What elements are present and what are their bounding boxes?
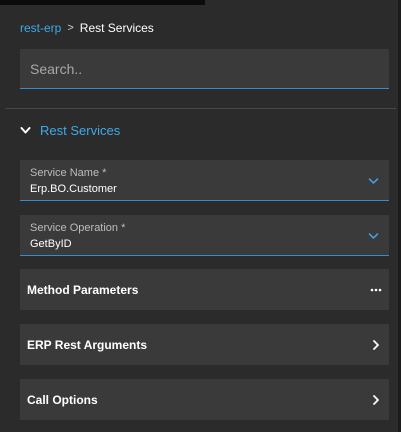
chevron-down-icon — [368, 178, 379, 184]
breadcrumb-current: Rest Services — [79, 21, 154, 35]
call-options-title: Call Options — [27, 392, 98, 407]
ellipsis-icon[interactable] — [370, 284, 382, 296]
service-operation-value: GetByID — [30, 238, 72, 250]
service-name-select[interactable]: Service Name * Erp.BO.Customer — [20, 160, 389, 201]
erp-rest-arguments-panel[interactable]: ERP Rest Arguments — [20, 324, 389, 365]
service-name-label: Service Name * — [30, 167, 107, 179]
method-parameters-panel[interactable]: Method Parameters — [20, 269, 389, 310]
chevron-down-icon — [368, 233, 379, 239]
service-operation-select[interactable]: Service Operation * GetByID — [20, 215, 389, 256]
breadcrumb-separator: > — [67, 22, 74, 34]
search-input[interactable] — [20, 49, 389, 88]
method-parameters-title: Method Parameters — [27, 282, 139, 297]
chevron-right-icon — [373, 394, 379, 405]
breadcrumb-root-link[interactable]: rest-erp — [20, 21, 61, 35]
erp-rest-arguments-title: ERP Rest Arguments — [27, 337, 148, 352]
breadcrumb: rest-erp > Rest Services — [20, 20, 154, 36]
service-operation-label: Service Operation * — [30, 222, 126, 234]
top-bar — [0, 0, 205, 5]
search-box — [20, 49, 389, 89]
call-options-panel[interactable]: Call Options — [20, 379, 389, 420]
section-title: Rest Services — [40, 122, 121, 138]
service-name-value: Erp.BO.Customer — [30, 183, 117, 195]
rest-services-section-toggle[interactable]: Rest Services — [20, 122, 120, 138]
chevron-right-icon — [373, 339, 379, 350]
divider — [5, 108, 396, 109]
chevron-down-icon — [20, 126, 31, 133]
